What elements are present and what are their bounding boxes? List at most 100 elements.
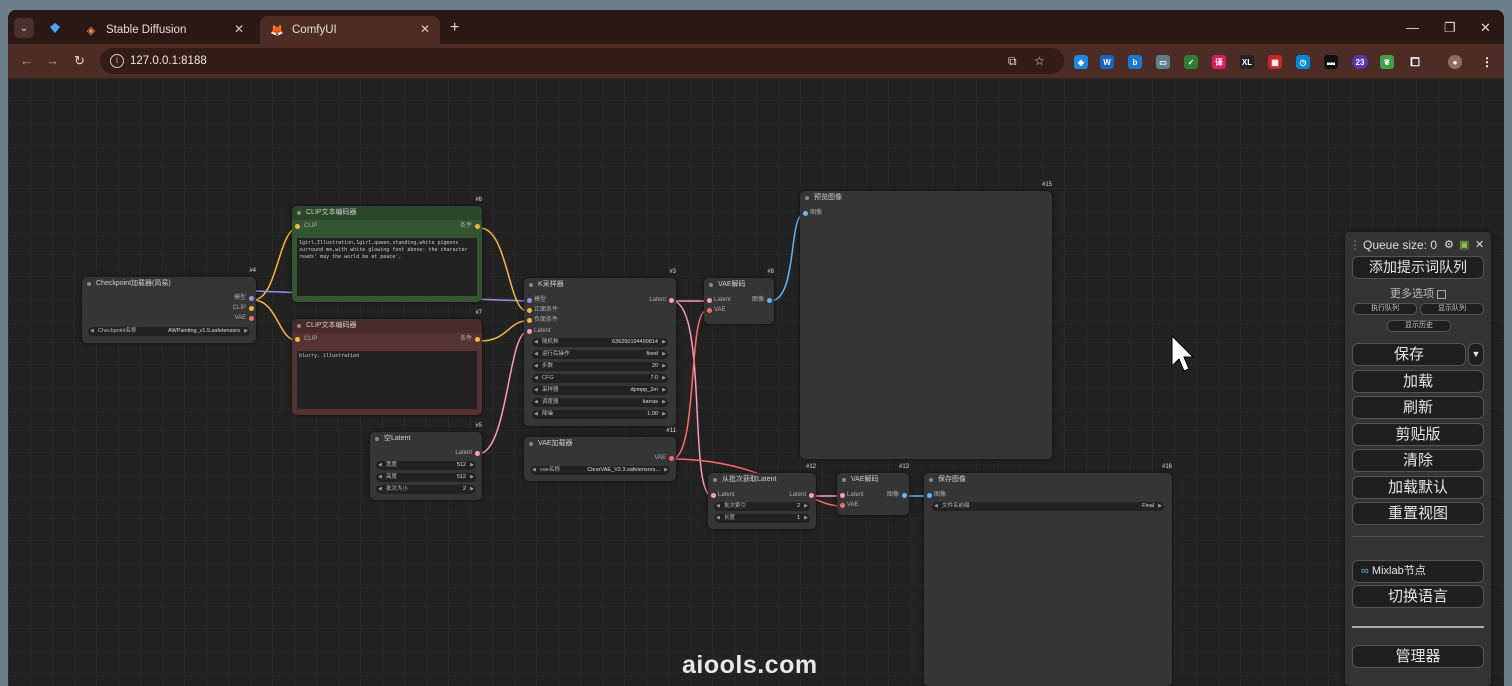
node-graph-canvas[interactable]: #4 Checkpoint加载器(简易) 模型 CLIP VAE Checkpo… — [8, 78, 1504, 686]
output-dot[interactable] — [669, 298, 674, 303]
forward-icon[interactable]: → — [46, 53, 59, 68]
input-clip[interactable]: CLIP — [304, 335, 317, 344]
node-clip-text-negative[interactable]: #7 CLIP文本编码器 CLIP 条件 blurry, illustratio… — [292, 310, 482, 415]
reset-view-button[interactable]: 重置视图 — [1352, 502, 1484, 525]
input-negative[interactable]: 负面条件 — [534, 316, 558, 325]
refresh-button[interactable]: 刷新 — [1352, 396, 1484, 419]
clipspace-button[interactable]: 剪贴版 — [1352, 423, 1484, 446]
output-dot[interactable] — [767, 298, 772, 303]
input-dot[interactable] — [927, 493, 932, 498]
input-dot[interactable] — [711, 493, 716, 498]
cfg-widget[interactable]: CFG7.0 — [532, 374, 668, 383]
extension-bing-icon[interactable]: b — [1128, 55, 1142, 69]
input-dot[interactable] — [527, 298, 532, 303]
output-dot[interactable] — [249, 316, 254, 321]
input-model[interactable]: 模型 — [534, 296, 546, 305]
output-conditioning[interactable]: 条件 — [460, 335, 472, 344]
input-dot[interactable] — [707, 308, 712, 313]
input-dot[interactable] — [295, 224, 300, 229]
input-dot[interactable] — [527, 318, 532, 323]
input-latent[interactable]: Latent — [847, 491, 864, 500]
output-dot[interactable] — [475, 451, 480, 456]
output-conditioning[interactable]: 条件 — [460, 222, 472, 231]
queue-prompt-button[interactable]: 添加提示词队列 — [1352, 256, 1484, 279]
extensions-puzzle-icon[interactable]: ⧠ — [1408, 55, 1422, 69]
extension-grid-icon[interactable]: ▦ — [1268, 55, 1282, 69]
input-image[interactable]: 图像 — [810, 209, 822, 218]
input-positive[interactable]: 正面条件 — [534, 306, 558, 315]
node-ksampler[interactable]: #3 K采样器 模型 正面条件 负面条件 Latent Latent 随机种63… — [524, 269, 676, 426]
gear-icon[interactable]: ⚙ — [1444, 238, 1454, 251]
node-empty-latent[interactable]: #5 空Latent Latent 宽度512 高度512 批次大小2 — [370, 423, 482, 500]
extension-dark-icon[interactable]: ▬ — [1324, 55, 1338, 69]
steps-widget[interactable]: 步数20 — [532, 362, 668, 371]
output-image[interactable]: 图像 — [752, 296, 764, 305]
output-vae[interactable]: VAE — [234, 314, 246, 323]
profile-avatar[interactable]: ● — [1448, 55, 1462, 69]
close-icon[interactable]: ✕ — [420, 22, 430, 36]
output-dot[interactable] — [249, 296, 254, 301]
output-dot[interactable] — [475, 224, 480, 229]
output-dot[interactable] — [669, 456, 674, 461]
back-icon[interactable]: ← — [20, 53, 33, 68]
denoise-widget[interactable]: 降噪1.00 — [532, 410, 668, 419]
manager-button[interactable]: 管理器 — [1352, 645, 1484, 668]
output-image[interactable]: 图像 — [887, 491, 899, 500]
output-latent[interactable]: Latent — [789, 491, 806, 500]
output-model[interactable]: 模型 — [234, 294, 246, 303]
output-dot[interactable] — [902, 493, 907, 498]
pinned-tab[interactable] — [44, 18, 66, 38]
tab-comfyui[interactable]: 🦊 ComfyUI ✕ — [260, 16, 440, 44]
node-latent-from-batch[interactable]: #12 从批次获取Latent Latent Latent 批次索引2 长度1 — [708, 464, 816, 529]
translate-icon[interactable]: ⧉ — [1008, 54, 1017, 69]
input-dot[interactable] — [840, 493, 845, 498]
output-clip[interactable]: CLIP — [233, 304, 246, 313]
ckpt-name-widget[interactable]: Checkpoint名称 AWPainting_v1.5.safetensors — [88, 327, 250, 336]
input-latent[interactable]: Latent — [714, 296, 731, 305]
load-default-button[interactable]: 加载默认 — [1352, 476, 1484, 499]
batch-index-widget[interactable]: 批次索引2 — [714, 502, 810, 511]
height-widget[interactable]: 高度512 — [376, 473, 476, 482]
extension-clock-icon[interactable]: ◷ — [1296, 55, 1310, 69]
address-bar[interactable]: i 127.0.0.1:8188 ⧉ ☆ — [100, 48, 1064, 74]
tab-stable-diffusion[interactable]: ◈ Stable Diffusion ✕ — [74, 16, 254, 44]
sampler-widget[interactable]: 采样器dpmpp_2m — [532, 386, 668, 395]
output-dot[interactable] — [475, 337, 480, 342]
extra-options-row[interactable]: 更多选项 — [1345, 285, 1491, 301]
input-image[interactable]: 图像 — [934, 491, 946, 500]
maximize-button[interactable]: ❐ — [1444, 20, 1456, 36]
load-button[interactable]: 加载 — [1352, 370, 1484, 393]
bookmark-star-icon[interactable]: ☆ — [1034, 54, 1045, 68]
input-vae[interactable]: VAE — [714, 306, 726, 315]
input-dot[interactable] — [803, 211, 808, 216]
view-queue-button[interactable]: 执行队列 — [1353, 303, 1417, 315]
input-dot[interactable] — [527, 308, 532, 313]
output-latent[interactable]: Latent — [649, 296, 666, 305]
control-after-generate-widget[interactable]: 运行后操作fixed — [532, 350, 668, 359]
node-vae-decode-save[interactable]: #13 VAE解码 Latent VAE 图像 — [837, 464, 909, 515]
width-widget[interactable]: 宽度512 — [376, 461, 476, 470]
extension-leaf-icon[interactable]: ❦ — [1380, 55, 1394, 69]
output-dot[interactable] — [249, 306, 254, 311]
scheduler-widget[interactable]: 调度器karras — [532, 398, 668, 407]
view-queue-button-2[interactable]: 显示队列 — [1420, 303, 1484, 315]
clear-button[interactable]: 清除 — [1352, 449, 1484, 472]
mixlab-nodes-button[interactable]: ∞ Mixlab节点 — [1352, 560, 1484, 583]
input-dot[interactable] — [840, 503, 845, 508]
new-tab-button[interactable]: + — [450, 19, 459, 37]
extension-card-icon[interactable]: ▭ — [1156, 55, 1170, 69]
vae-name-widget[interactable]: vae名称ClearVAE_V2.3.safetensors... — [530, 466, 670, 475]
input-vae[interactable]: VAE — [847, 501, 859, 510]
input-dot[interactable] — [295, 337, 300, 342]
node-checkpoint-loader[interactable]: #4 Checkpoint加载器(简易) 模型 CLIP VAE Checkpo… — [82, 268, 256, 343]
view-history-button[interactable]: 显示历史 — [1387, 320, 1451, 332]
close-icon[interactable]: ✕ — [234, 22, 244, 36]
tab-search-button[interactable]: ⌄ — [14, 18, 34, 38]
extension-translate-icon[interactable]: 译 — [1212, 55, 1226, 69]
save-dropdown-chevron-icon[interactable]: ▼ — [1468, 343, 1484, 366]
switch-language-button[interactable]: 切换语言 — [1352, 585, 1484, 608]
input-clip[interactable]: CLIP — [304, 222, 317, 231]
output-vae[interactable]: VAE — [654, 454, 666, 463]
filename-prefix-widget[interactable]: 文件名前缀Final — [932, 502, 1164, 511]
output-latent[interactable]: Latent — [455, 449, 472, 458]
